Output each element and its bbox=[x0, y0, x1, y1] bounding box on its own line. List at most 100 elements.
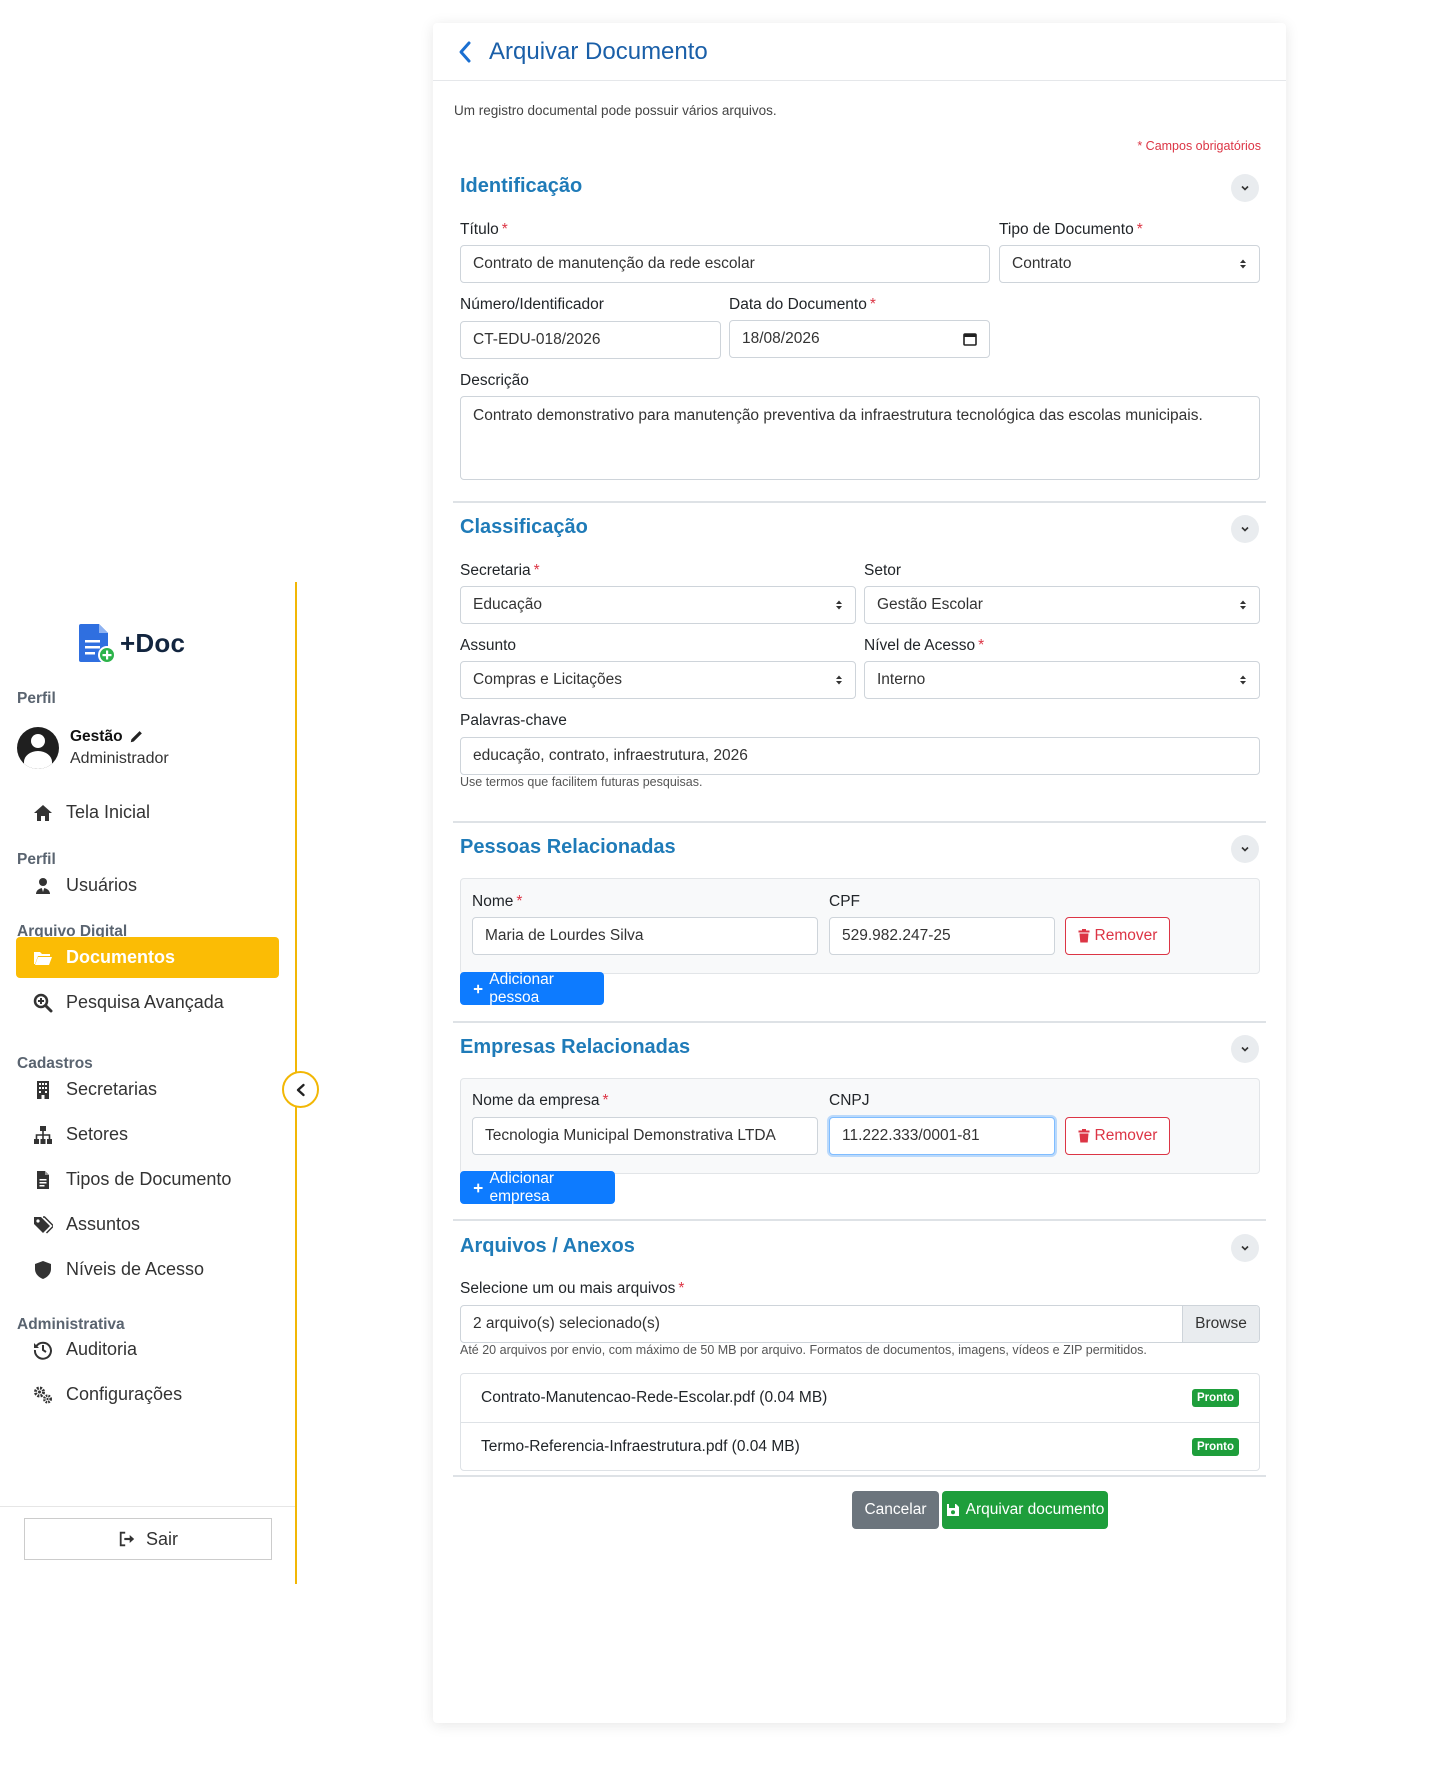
sidebar-item-home[interactable]: Tela Inicial bbox=[16, 792, 279, 833]
calendar-icon[interactable] bbox=[963, 332, 977, 346]
keywords-input[interactable]: educação, contrato, infraestrutura, 2026 bbox=[460, 737, 1260, 775]
person-name-input[interactable]: Maria de Lourdes Silva bbox=[472, 917, 818, 955]
doc-type-select[interactable]: Contrato bbox=[999, 245, 1260, 283]
add-person-button[interactable]: Adicionar pessoa bbox=[460, 970, 604, 1006]
section-divider bbox=[453, 1219, 1266, 1221]
cancel-button[interactable]: Cancelar bbox=[852, 1491, 939, 1529]
description-label: Descrição bbox=[460, 372, 529, 389]
sidebar-item-label: Auditoria bbox=[66, 1339, 138, 1359]
logout-label: Sair bbox=[145, 1528, 178, 1549]
access-level-select[interactable]: Interno bbox=[864, 661, 1260, 699]
subject-select[interactable]: Compras e Licitações bbox=[460, 661, 856, 699]
sidebar-item-users[interactable]: Usuários bbox=[16, 865, 279, 906]
file-text-icon bbox=[37, 1170, 49, 1189]
section-divider bbox=[453, 501, 1266, 503]
file-name: Termo-Referencia-Infraestrutura.pdf (0.0… bbox=[481, 1437, 800, 1455]
status-badge: Pronto bbox=[1191, 1437, 1239, 1456]
archive-document-card: Arquivar Documento Um registro documenta… bbox=[433, 23, 1286, 1723]
logout-button[interactable]: Sair bbox=[24, 1518, 272, 1560]
page-title: Arquivar Documento bbox=[489, 37, 708, 65]
trash-icon bbox=[1078, 1129, 1090, 1143]
description-textarea[interactable]: Contrato demonstrativo para manutenção p… bbox=[460, 396, 1260, 480]
card-header: Arquivar Documento bbox=[433, 23, 1286, 81]
keywords-label: Palavras-chave bbox=[460, 712, 567, 729]
sector-label: Setor bbox=[864, 562, 902, 579]
sidebar-item-settings[interactable]: Configurações bbox=[16, 1374, 279, 1415]
add-company-button[interactable]: Adicionar empresa bbox=[460, 1170, 615, 1205]
pencil-icon[interactable] bbox=[129, 730, 143, 744]
save-icon bbox=[946, 1504, 959, 1516]
remove-label: Remover bbox=[1094, 927, 1158, 944]
required-fields-note: * Campos obrigatórios bbox=[1137, 139, 1261, 153]
date-label: Data do Documento * bbox=[729, 296, 876, 313]
department-label: Secretaria * bbox=[460, 562, 540, 579]
remove-company-button[interactable]: Remover bbox=[1065, 1117, 1170, 1155]
access-level-label: Nível de Acesso * bbox=[864, 637, 985, 654]
browse-button[interactable]: Browse bbox=[1182, 1306, 1259, 1342]
doc-type-label: Tipo de Documento * bbox=[999, 221, 1143, 238]
archive-document-label: Arquivar documento bbox=[965, 1501, 1105, 1518]
sidebar-item-audit[interactable]: Auditoria bbox=[16, 1329, 279, 1370]
sidebar-item-subjects[interactable]: Assuntos bbox=[16, 1204, 279, 1245]
company-name-input[interactable]: Tecnologia Municipal Demonstrativa LTDA bbox=[472, 1117, 818, 1155]
sitemap-icon bbox=[34, 1125, 52, 1144]
file-upload-text: 2 arquivo(s) selecionado(s) bbox=[473, 1315, 660, 1332]
file-upload-input[interactable]: 2 arquivo(s) selecionado(s) Browse bbox=[460, 1305, 1260, 1343]
chevron-down-icon bbox=[1241, 185, 1249, 191]
number-label: Número/Identificador bbox=[460, 296, 604, 313]
select-arrows-icon bbox=[835, 599, 843, 611]
remove-person-button[interactable]: Remover bbox=[1065, 917, 1170, 955]
sidebar-item-sectors[interactable]: Setores bbox=[16, 1114, 279, 1155]
toggle-classification-button[interactable] bbox=[1231, 515, 1259, 543]
sign-out-icon bbox=[119, 1531, 135, 1547]
department-select[interactable]: Educação bbox=[460, 586, 856, 624]
building-icon bbox=[37, 1080, 49, 1099]
select-arrows-icon bbox=[1239, 258, 1247, 270]
user-profile[interactable]: Gestão Administrador bbox=[17, 727, 169, 769]
sidebar-item-access-levels[interactable]: Níveis de Acesso bbox=[16, 1249, 279, 1290]
archive-document-button[interactable]: Arquivar documento bbox=[942, 1491, 1108, 1529]
brand-name: +Doc bbox=[120, 627, 186, 658]
chevron-down-icon bbox=[1241, 526, 1249, 532]
sidebar-item-departments[interactable]: Secretarias bbox=[16, 1069, 279, 1110]
company-cnpj-input[interactable]: 11.222.333/0001-81 bbox=[829, 1117, 1055, 1155]
trash-icon bbox=[1078, 929, 1090, 943]
section-divider bbox=[453, 821, 1266, 823]
sidebar-item-documents[interactable]: Documentos bbox=[16, 937, 279, 978]
title-input[interactable]: Contrato de manutenção da rede escolar bbox=[460, 245, 990, 283]
date-input[interactable]: 18/08/2026 bbox=[729, 320, 990, 358]
back-chevron-icon[interactable] bbox=[457, 40, 473, 64]
number-input[interactable]: CT-EDU-018/2026 bbox=[460, 321, 721, 359]
person-name-label: Nome * bbox=[472, 893, 523, 910]
toggle-companies-button[interactable] bbox=[1231, 1035, 1259, 1063]
person-cpf-input[interactable]: 529.982.247-25 bbox=[829, 917, 1055, 955]
sidebar-item-label: Tela Inicial bbox=[66, 802, 151, 822]
sidebar-item-doc-types[interactable]: Tipos de Documento bbox=[16, 1159, 279, 1200]
sidebar-footer-divider bbox=[0, 1506, 295, 1507]
sidebar-item-label: Pesquisa Avançada bbox=[66, 992, 224, 1012]
profile-name-row: Gestão bbox=[70, 728, 169, 746]
sidebar-item-label: Configurações bbox=[66, 1384, 183, 1404]
toggle-identification-button[interactable] bbox=[1231, 174, 1259, 202]
files-label: Selecione um ou mais arquivos * bbox=[460, 1280, 685, 1297]
select-arrows-icon bbox=[1239, 674, 1247, 686]
add-person-label: Adicionar pessoa bbox=[489, 970, 554, 1006]
intro-text: Um registro documental pode possuir vári… bbox=[454, 103, 777, 118]
file-list: Contrato-Manutencao-Rede-Escolar.pdf (0.… bbox=[460, 1373, 1260, 1471]
toggle-people-button[interactable] bbox=[1231, 835, 1259, 863]
sector-select[interactable]: Gestão Escolar bbox=[864, 586, 1260, 624]
tags-icon bbox=[34, 1215, 53, 1234]
list-item: Contrato-Manutencao-Rede-Escolar.pdf (0.… bbox=[461, 1374, 1259, 1422]
file-name: Contrato-Manutencao-Rede-Escolar.pdf (0.… bbox=[481, 1389, 828, 1406]
files-help: Até 20 arquivos por envio, com máximo de… bbox=[460, 1343, 1147, 1357]
collapse-sidebar-button[interactable] bbox=[282, 1071, 319, 1108]
select-arrows-icon bbox=[1239, 599, 1247, 611]
brand-logo[interactable]: +Doc bbox=[78, 622, 185, 664]
toggle-files-button[interactable] bbox=[1231, 1234, 1259, 1262]
sidebar-item-advanced-search[interactable]: Pesquisa Avançada bbox=[16, 982, 279, 1023]
sidebar-item-label: Secretarias bbox=[66, 1079, 158, 1099]
sidebar-item-label: Assuntos bbox=[66, 1214, 141, 1234]
status-badge: Pronto bbox=[1191, 1389, 1239, 1407]
title-label: Título * bbox=[460, 221, 508, 238]
section-profile-label: Perfil bbox=[17, 690, 56, 707]
